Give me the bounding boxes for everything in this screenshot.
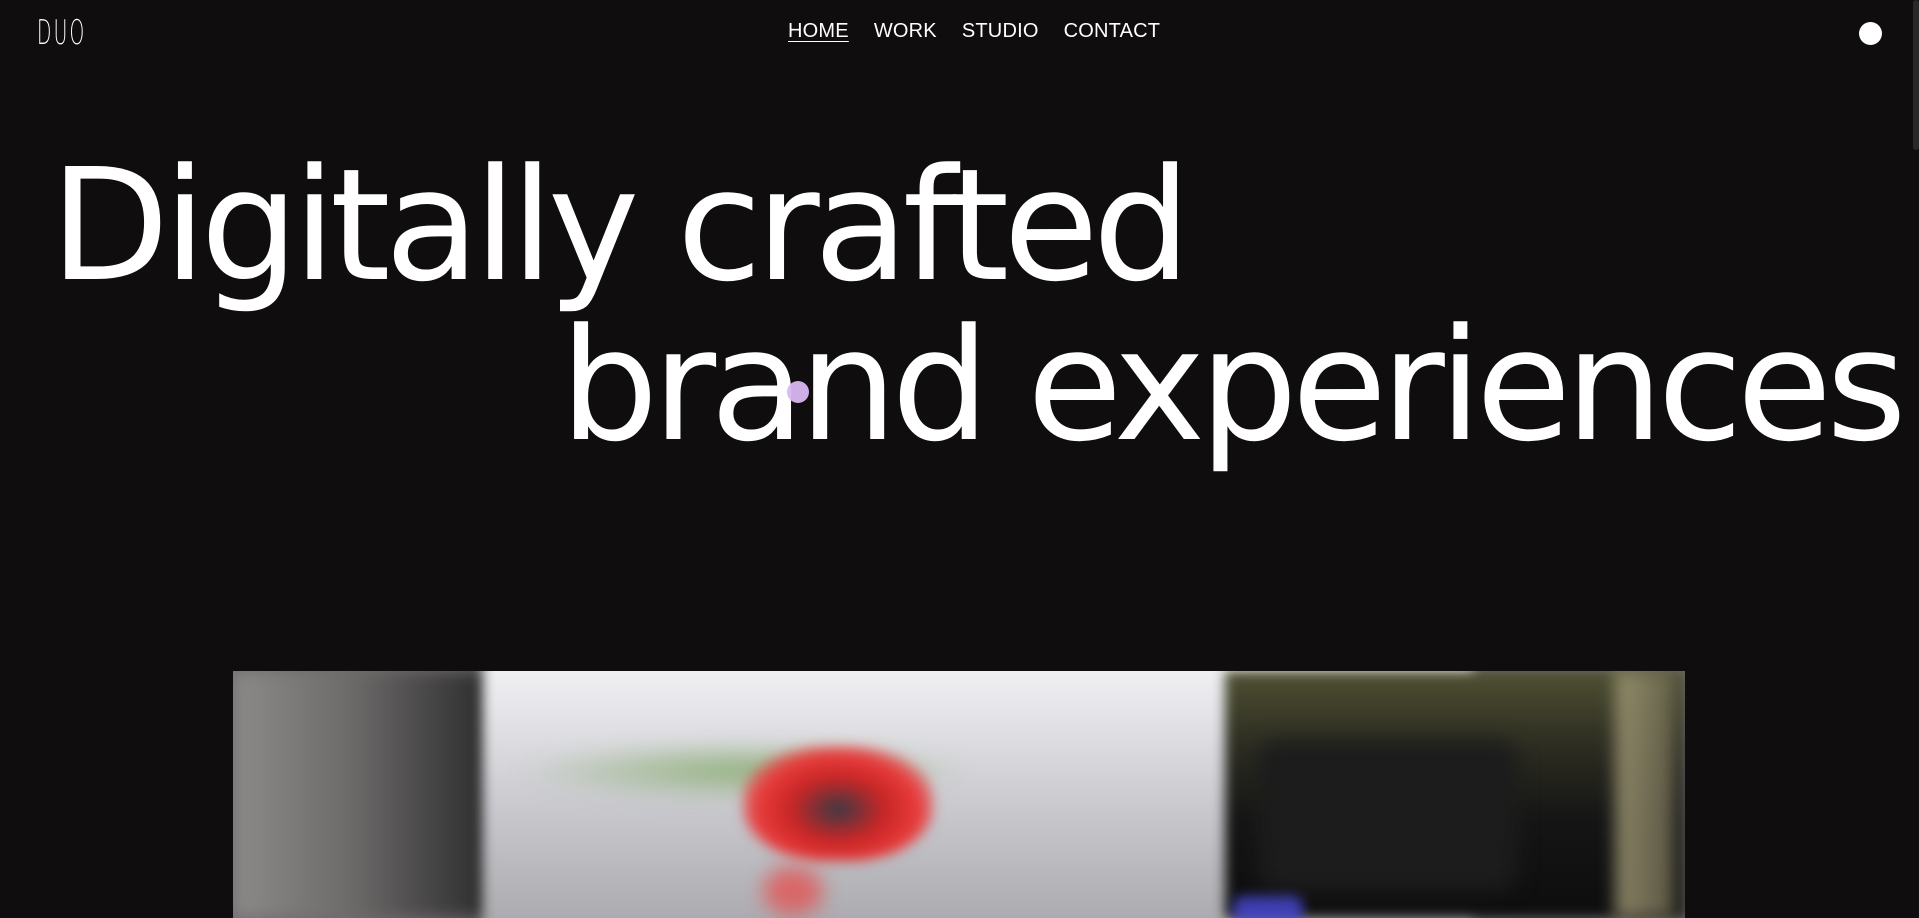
custom-cursor <box>787 381 809 403</box>
nav-home[interactable]: HOME <box>788 19 849 43</box>
circle-menu-icon[interactable] <box>1859 22 1882 45</box>
logo[interactable]: DUO <box>37 15 127 51</box>
media-race-car <box>743 746 933 861</box>
media-blur-left <box>233 671 493 918</box>
main-nav: HOME WORK STUDIO CONTACT <box>788 19 1160 43</box>
media-blue-object <box>1233 896 1303 918</box>
hero-video[interactable] <box>233 671 1685 918</box>
hero-headline-line2: brand experiences <box>560 295 1907 476</box>
media-car-reflection <box>763 866 823 916</box>
hero-headline-line1: Digitally crafted <box>50 135 1191 316</box>
nav-work[interactable]: WORK <box>874 19 937 43</box>
media-dark-object <box>1258 741 1518 891</box>
media-edge <box>1615 671 1675 918</box>
logo-text: DUO <box>37 13 87 53</box>
nav-contact[interactable]: CONTACT <box>1064 19 1161 43</box>
scrollbar[interactable] <box>1913 0 1919 150</box>
nav-studio[interactable]: STUDIO <box>962 19 1039 43</box>
